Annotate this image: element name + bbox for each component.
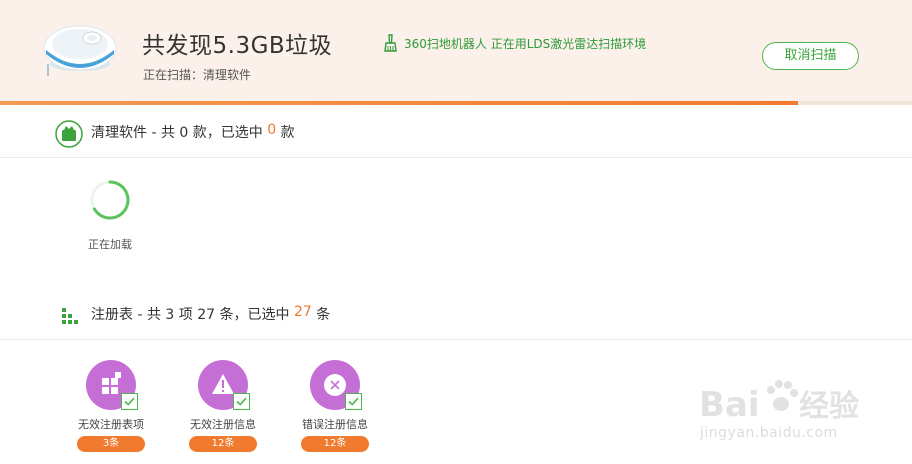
registry-card-invalid-keys[interactable]: 无效注册表项 3条 xyxy=(61,360,161,452)
registry-card-name: 无效注册信息 xyxy=(190,418,256,431)
registry-title-suffix: 条 xyxy=(311,307,331,323)
broom-icon xyxy=(384,34,397,52)
registry-card-disc xyxy=(310,360,362,410)
lds-ad-link[interactable]: 360扫地机器人 正在用LDS激光雷达扫描环境 xyxy=(380,33,646,53)
registry-card-checkbox[interactable] xyxy=(121,393,138,410)
loading-spinner-icon xyxy=(90,180,130,220)
software-selected-count: 0 xyxy=(267,122,277,138)
robot-vacuum-icon xyxy=(43,25,117,76)
watermark-url: jingyan.baidu.com xyxy=(700,425,838,441)
software-title-prefix: 清理软件 - 共 0 款，已选中 xyxy=(91,125,268,141)
registry-card-error-info[interactable]: 错误注册信息 12条 xyxy=(285,360,385,452)
registry-card-name: 错误注册信息 xyxy=(302,418,368,431)
registry-card-count-badge: 12条 xyxy=(189,436,257,452)
registry-card-disc xyxy=(198,360,250,410)
page-title: 共发现5.3GB垃圾 xyxy=(142,33,333,59)
checkmark-icon xyxy=(124,397,135,406)
software-section-header: 清理软件 - 共 0 款，已选中 0 款 xyxy=(0,106,912,158)
scan-progress-fill xyxy=(0,101,798,105)
checkmark-icon xyxy=(236,397,247,406)
registry-card-invalid-info[interactable]: 无效注册信息 12条 xyxy=(173,360,273,452)
scan-status-label: 正在扫描： xyxy=(143,68,204,82)
loading-text: 正在加载 xyxy=(88,238,132,251)
scan-progress-bar xyxy=(0,101,912,105)
svg-text:Bai: Bai xyxy=(699,385,760,425)
registry-card-checkbox[interactable] xyxy=(233,393,250,410)
lds-note-text: 360扫地机器人 正在用LDS激光雷达扫描环境 xyxy=(404,36,647,51)
checkmark-icon xyxy=(348,397,359,406)
registry-section-title: 注册表 - 共 3 项 27 条，已选中 27 条 xyxy=(91,304,330,324)
cancel-scan-button[interactable]: 取消扫描 xyxy=(762,42,859,70)
scan-status-value: 清理软件 xyxy=(203,68,252,82)
software-section-title: 清理软件 - 共 0 款，已选中 0 款 xyxy=(91,122,295,142)
registry-section-header: 注册表 - 共 3 项 27 条，已选中 27 条 xyxy=(0,288,912,340)
registry-card-disc xyxy=(86,360,138,410)
scan-status: 正在扫描：清理软件 xyxy=(143,66,251,83)
software-package-icon xyxy=(55,120,83,148)
watermark-brand: 经验 xyxy=(799,389,859,424)
scan-header: 共发现5.3GB垃圾 正在扫描：清理软件 360扫地机器人 正在用LDS激光雷达… xyxy=(0,0,912,101)
registry-card-count-badge: 12条 xyxy=(301,436,369,452)
registry-card-checkbox[interactable] xyxy=(345,393,362,410)
registry-blocks-icon xyxy=(62,308,78,324)
registry-selected-count: 27 xyxy=(293,304,312,320)
registry-card-count-badge: 3条 xyxy=(77,436,145,452)
registry-card-name: 无效注册表项 xyxy=(78,418,144,431)
software-title-suffix: 款 xyxy=(276,125,295,141)
registry-title-prefix: 注册表 - 共 3 项 27 条，已选中 xyxy=(91,307,294,323)
software-loading: 正在加载 xyxy=(80,178,140,252)
